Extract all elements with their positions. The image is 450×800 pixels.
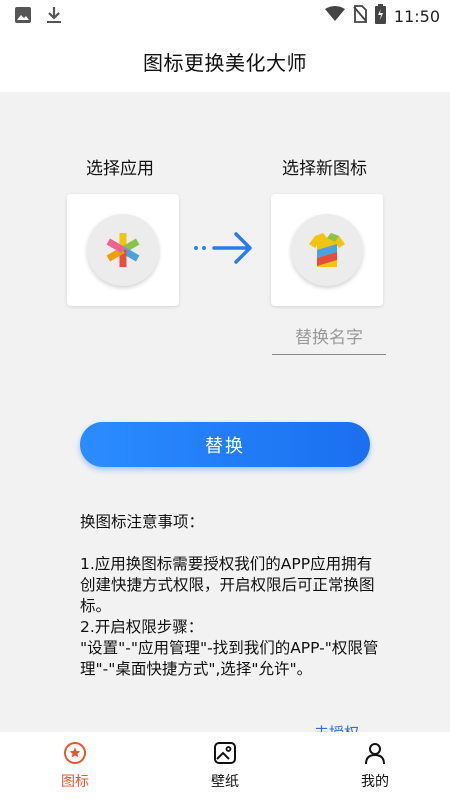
pinwheel-app-icon <box>106 233 140 267</box>
battery-charging-icon <box>374 4 386 28</box>
notes-line-2: 2.开启权限步骤： <box>80 618 204 636</box>
image-icon <box>14 6 32 28</box>
bottom-nav: 图标 壁纸 我的 <box>0 732 450 800</box>
download-icon <box>46 6 62 28</box>
replace-button[interactable]: 替换 <box>80 422 370 467</box>
nav-label-wallpaper: 壁纸 <box>211 774 239 790</box>
app-header: 图标更换美化大师 <box>0 30 450 92</box>
main-content: 选择应用 选择新图标 替换名字 替换 换图标注意事项： 1.应用换图标需要授权我… <box>0 92 450 732</box>
nav-item-mine[interactable]: 我的 <box>300 732 450 800</box>
nav-item-wallpaper[interactable]: 壁纸 <box>150 732 300 800</box>
nav-label-icons: 图标 <box>61 774 89 790</box>
status-time: 11:50 <box>393 6 440 26</box>
star-badge-icon <box>64 742 86 764</box>
replace-name-input[interactable] <box>272 322 386 355</box>
new-icon-preview <box>291 214 363 286</box>
person-icon <box>365 743 385 765</box>
app-icon-preview <box>87 214 159 286</box>
wifi-icon <box>324 6 345 26</box>
select-app-card[interactable] <box>67 194 179 306</box>
status-bar: 11:50 <box>0 0 450 30</box>
notes-line-3: "设置"-"应用管理"-找到我们的APP-"权限管理"-"桌面快捷方式",选择"… <box>80 639 379 678</box>
tshirt-icon <box>309 233 345 267</box>
authorize-link[interactable]: 去授权 <box>314 722 359 732</box>
select-app-label: 选择应用 <box>86 159 154 179</box>
notes-heading: 换图标注意事项： <box>80 513 205 531</box>
select-icon-label: 选择新图标 <box>282 159 367 179</box>
notes-line-1: 1.应用换图标需要授权我们的APP应用拥有创建快捷方式权限，开启权限后可正常换图… <box>80 555 375 615</box>
no-sim-icon <box>353 5 367 27</box>
nav-label-mine: 我的 <box>361 774 389 790</box>
wallpaper-icon <box>214 742 236 764</box>
select-icon-card[interactable] <box>271 194 383 306</box>
nav-item-icons[interactable]: 图标 <box>0 732 150 800</box>
notes-section: 换图标注意事项： 1.应用换图标需要授权我们的APP应用拥有创建快捷方式权限，开… <box>80 512 380 680</box>
page-title: 图标更换美化大师 <box>143 50 307 75</box>
arrow-right-icon <box>194 232 252 264</box>
